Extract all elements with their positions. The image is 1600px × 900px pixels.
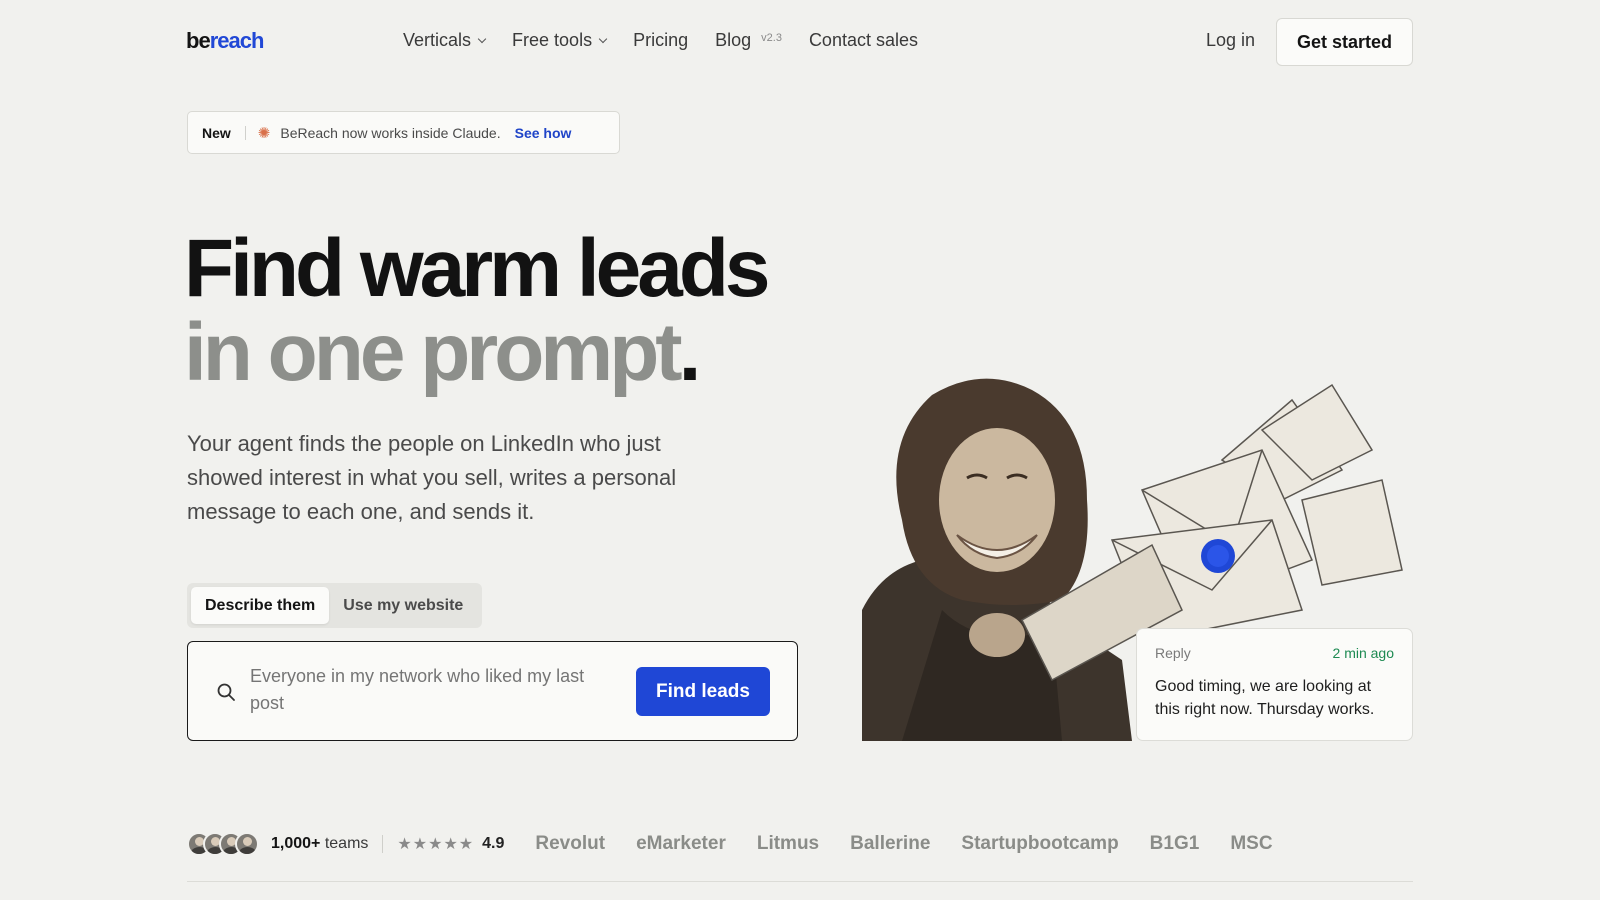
get-started-button[interactable]: Get started — [1276, 18, 1413, 66]
nav-free-tools-label: Free tools — [512, 30, 593, 50]
lead-search-box: Find leads — [187, 641, 798, 741]
nav-contact-sales[interactable]: Contact sales — [809, 30, 918, 51]
nav-blog-label: Blog — [715, 30, 752, 50]
customer-logos: Revolut eMarketer Litmus Ballerine Start… — [535, 833, 1272, 855]
logo-startupbootcamp: Startupbootcamp — [961, 833, 1119, 854]
chevron-down-icon — [598, 34, 608, 43]
announcement-banner: New ✺ BeReach now works inside Claude. S… — [187, 111, 620, 154]
hero-headline-line2: in one prompt. — [184, 312, 701, 394]
hero-headline-line2-text: in one prompt — [184, 307, 683, 398]
teams-count-number: 1,000+ — [271, 835, 321, 852]
teams-count-suffix: teams — [320, 835, 369, 852]
trust-divider — [382, 835, 384, 853]
hero-lede: Your agent finds the people on LinkedIn … — [187, 431, 677, 524]
logo-msc: MSC — [1230, 833, 1273, 854]
search-icon — [217, 683, 235, 701]
logo-litmus: Litmus — [756, 833, 820, 854]
bereach-logo[interactable]: bereach — [186, 28, 265, 54]
nav-pricing[interactable]: Pricing — [633, 30, 688, 51]
logo-ballerine: Ballerine — [850, 833, 931, 854]
top-nav: bereach Verticals Free tools Pricing Blo… — [0, 0, 1600, 84]
nav-blog[interactable]: Blog v2.3 — [715, 30, 782, 51]
nav-verticals[interactable]: Verticals — [403, 30, 487, 51]
logo-b1g1: B1G1 — [1149, 833, 1200, 854]
woman-portrait — [862, 378, 1132, 741]
claude-spark-icon: ✺ — [257, 124, 271, 142]
chevron-down-icon — [477, 34, 487, 43]
logo-be: be — [186, 28, 211, 53]
reply-timestamp: 2 min ago — [1332, 645, 1394, 661]
logo-reach: reach — [209, 28, 265, 53]
nav-free-tools[interactable]: Free tools — [512, 30, 608, 51]
nav-contact-sales-label: Contact sales — [808, 30, 918, 50]
reply-message: Good timing, we are looking at this righ… — [1155, 678, 1375, 718]
star-rating-icon: ★★★★★ — [397, 836, 475, 853]
find-leads-button[interactable]: Find leads — [636, 667, 770, 716]
nav-links: Verticals Free tools Pricing Blog v2.3 C… — [403, 30, 918, 51]
wax-seal-icon — [1201, 539, 1235, 573]
see-how-link[interactable]: See how — [515, 125, 572, 141]
reply-card-header: Reply 2 min ago — [1155, 645, 1394, 661]
announcement-divider — [244, 125, 246, 140]
reply-card: Reply 2 min ago Good timing, we are look… — [1136, 628, 1413, 741]
bottom-divider — [187, 881, 1413, 882]
rating-value: 4.9 — [482, 835, 505, 852]
avatar — [235, 832, 259, 856]
customer-avatars — [187, 832, 259, 856]
logo-revolut: Revolut — [535, 833, 606, 854]
hero-headline-line1: Find warm leads — [184, 223, 771, 314]
announcement-text: BeReach now works inside Claude. — [280, 124, 501, 141]
blog-version-badge: v2.3 — [761, 31, 782, 44]
teams-count: 1,000+ teams — [271, 835, 368, 853]
reply-label: Reply — [1155, 645, 1191, 661]
new-badge: New — [202, 124, 231, 141]
login-link[interactable]: Log in — [1206, 30, 1255, 51]
input-mode-tabs: Describe them Use my website — [187, 583, 482, 628]
tab-use-my-website[interactable]: Use my website — [329, 587, 477, 624]
logo-emarketer: eMarketer — [636, 833, 726, 854]
trust-bar: 1,000+ teams ★★★★★ 4.9 Revolut eMarketer… — [187, 829, 1273, 859]
nav-pricing-label: Pricing — [633, 30, 689, 50]
tab-describe-them[interactable]: Describe them — [191, 587, 330, 624]
nav-verticals-label: Verticals — [403, 30, 472, 50]
hero-headline-period: . — [678, 307, 702, 398]
lead-search-input[interactable] — [250, 663, 620, 721]
